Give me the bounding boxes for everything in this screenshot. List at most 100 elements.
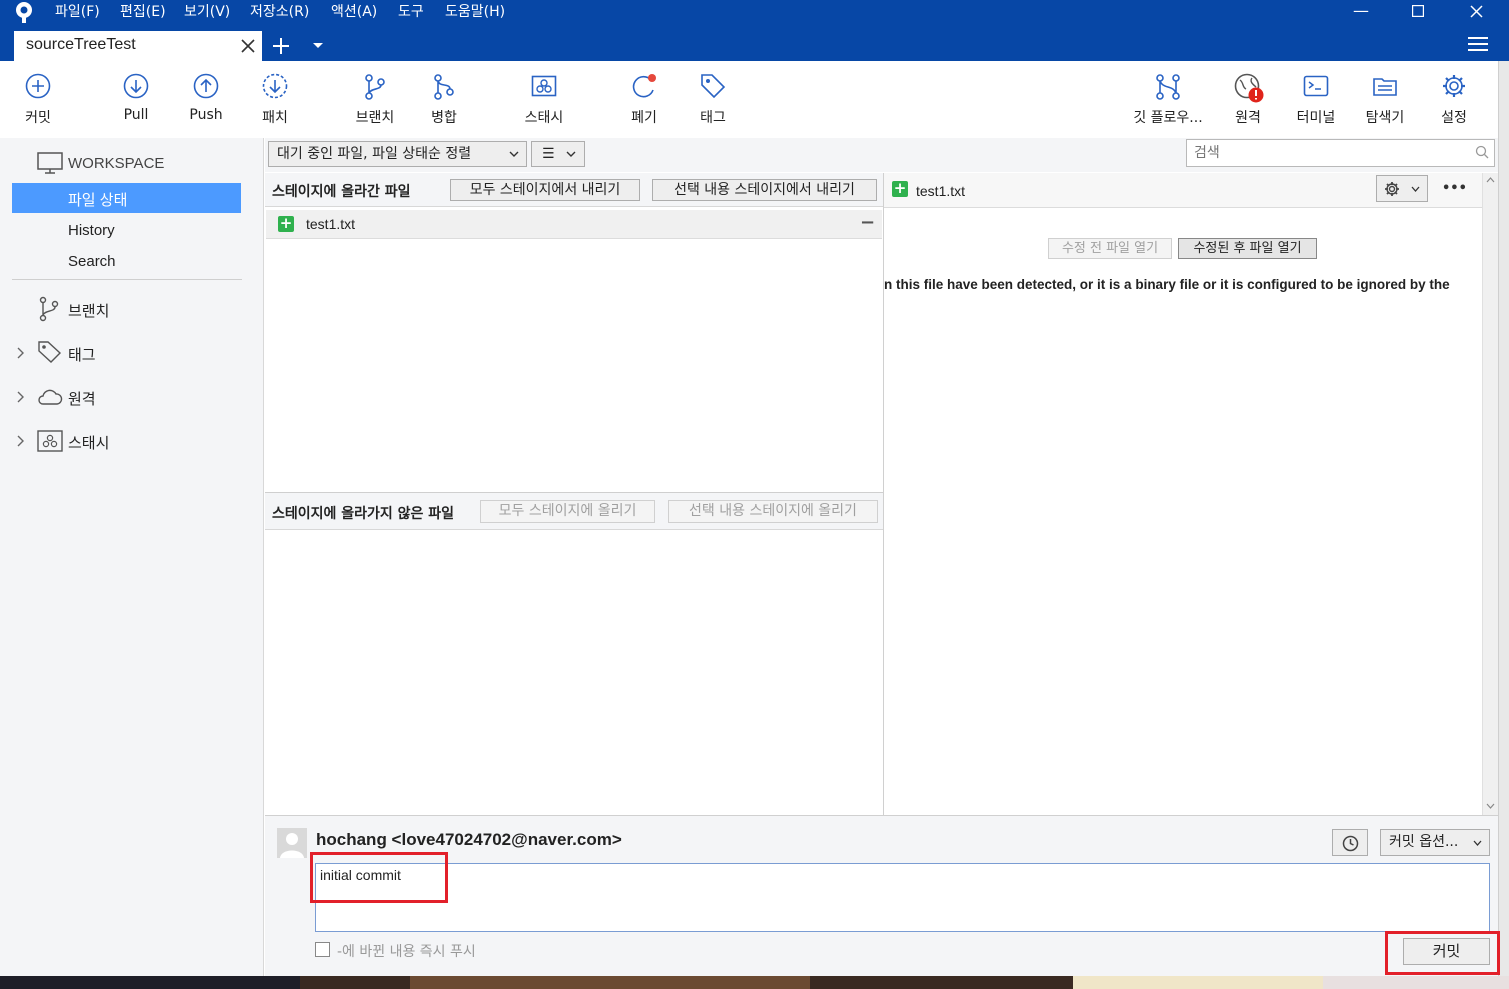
user-avatar-icon: [280, 833, 304, 858]
settings-button[interactable]: 설정: [1426, 61, 1482, 138]
discard-icon: [632, 74, 656, 98]
commit-message-input[interactable]: initial commit: [315, 863, 1490, 932]
diff-message-container: n this file have been detected, or it is…: [884, 277, 1482, 297]
chevron-right-icon[interactable]: [17, 391, 25, 403]
sidebar-item-history[interactable]: History: [68, 222, 115, 239]
commit-icon: [25, 73, 51, 99]
menu-help[interactable]: 도움말(H): [445, 2, 505, 22]
menu-repository[interactable]: 저장소(R): [250, 2, 309, 22]
scroll-up-icon[interactable]: [1486, 177, 1495, 183]
sidebar-group-stashes[interactable]: 스태시: [68, 432, 109, 453]
unstage-all-button[interactable]: 모두 스테이지에서 내리기: [450, 179, 640, 201]
menu-edit[interactable]: 편집(E): [120, 2, 166, 22]
taskbar-segment: [0, 976, 300, 989]
close-window-icon[interactable]: [1453, 0, 1499, 24]
workspace-heading: WORKSPACE: [68, 155, 165, 172]
menu-file[interactable]: 파일(F): [55, 2, 100, 22]
staged-file-row[interactable]: + test1.txt −: [266, 210, 882, 239]
stash-button[interactable]: 스태시: [512, 61, 576, 138]
taskbar-segment: [1323, 976, 1509, 989]
stage-all-button[interactable]: 모두 스테이지에 올리기: [480, 500, 655, 523]
tab-repository[interactable]: sourceTreeTest: [14, 31, 262, 61]
tab-dropdown-icon[interactable]: [313, 42, 323, 50]
highlight-commit-message: [310, 852, 448, 903]
chevron-down-icon: [509, 151, 519, 157]
sort-dropdown[interactable]: 대기 중인 파일, 파일 상태순 정렬: [268, 141, 527, 167]
terminal-label: 터미널: [1296, 110, 1336, 126]
push-label: Push: [189, 107, 223, 123]
fetch-button[interactable]: 패치: [247, 61, 303, 138]
sidebar: WORKSPACE 파일 상태 History Search 브랜치 태그 원격…: [0, 138, 264, 976]
sidebar-group-tags[interactable]: 태그: [68, 344, 96, 365]
maximize-icon[interactable]: [1395, 0, 1441, 24]
sidebar-item-label: 파일 상태: [68, 192, 128, 209]
tag-label: 태그: [700, 110, 726, 126]
scroll-down-icon[interactable]: [1486, 803, 1495, 809]
staged-file-name: test1.txt: [306, 216, 356, 232]
list-view-icon: ☰: [542, 146, 555, 162]
tag-icon: [701, 74, 726, 99]
merge-button[interactable]: 병합: [416, 61, 472, 138]
diff-message: n this file have been detected, or it is…: [884, 277, 1450, 292]
fetch-label: 패치: [262, 110, 288, 126]
settings-label: 설정: [1441, 110, 1467, 126]
open-before-button[interactable]: 수정 전 파일 열기: [1048, 238, 1172, 259]
explorer-button[interactable]: 탐색기: [1357, 61, 1413, 138]
commit-options-dropdown[interactable]: 커밋 옵션...: [1380, 829, 1490, 856]
sidebar-item-file-status[interactable]: 파일 상태: [12, 183, 241, 213]
push-icon: [193, 73, 219, 99]
push-immediately-label: -에 바뀐 내용 즉시 푸시: [337, 944, 476, 960]
unstage-selected-button[interactable]: 선택 내용 스테이지에서 내리기: [652, 179, 877, 201]
file-added-icon: +: [892, 179, 908, 197]
menu-action[interactable]: 액션(A): [331, 2, 377, 22]
minimize-icon[interactable]: —: [1338, 0, 1384, 24]
unstage-file-icon[interactable]: −: [860, 212, 875, 233]
push-button[interactable]: Push: [178, 61, 234, 138]
pane-splitter[interactable]: [883, 173, 884, 815]
hamburger-menu-icon[interactable]: [1468, 37, 1488, 51]
staged-title: 스테이지에 올라간 파일: [272, 184, 411, 200]
gear-icon: [1385, 182, 1399, 196]
stage-selected-button[interactable]: 선택 내용 스테이지에 올리기: [668, 500, 878, 523]
commit-options-label: 커밋 옵션...: [1389, 834, 1459, 850]
sort-dropdown-value: 대기 중인 파일, 파일 상태순 정렬: [277, 146, 472, 162]
diff-settings-dropdown[interactable]: [1376, 175, 1428, 202]
open-after-button[interactable]: 수정된 후 파일 열기: [1178, 238, 1317, 259]
view-mode-dropdown[interactable]: ☰: [531, 141, 585, 167]
taskbar-segment: [1073, 976, 1323, 989]
commit-toolbar-button[interactable]: 커밋: [10, 61, 66, 138]
gitflow-button[interactable]: 깃 플로우...: [1126, 61, 1210, 138]
remote-label: 원격: [1235, 110, 1261, 126]
chevron-right-icon[interactable]: [17, 347, 25, 359]
gitflow-label: 깃 플로우...: [1133, 110, 1203, 126]
diff-scrollbar[interactable]: [1482, 173, 1498, 815]
add-tab-icon[interactable]: [272, 37, 290, 55]
sidebar-group-branches[interactable]: 브랜치: [68, 300, 109, 321]
close-tab-icon[interactable]: [241, 39, 255, 53]
commit-history-button[interactable]: [1332, 829, 1368, 856]
tag-button[interactable]: 태그: [685, 61, 741, 138]
sidebar-group-remotes[interactable]: 원격: [68, 388, 96, 409]
menu-tools[interactable]: 도구: [398, 2, 424, 22]
sourcetree-logo-icon[interactable]: [12, 1, 36, 27]
pull-button[interactable]: Pull: [108, 61, 164, 138]
search-input[interactable]: [1186, 139, 1495, 167]
fetch-icon: [262, 73, 288, 99]
remote-button[interactable]: 원격: [1220, 61, 1276, 138]
terminal-icon: [1303, 75, 1329, 97]
terminal-button[interactable]: 터미널: [1288, 61, 1344, 138]
discard-button[interactable]: 폐기: [616, 61, 672, 138]
title-bar: 파일(F) 편집(E) 보기(V) 저장소(R) 액션(A) 도구 도움말(H)…: [0, 0, 1509, 61]
branch-button[interactable]: 브랜치: [345, 61, 405, 138]
pull-label: Pull: [123, 107, 149, 123]
chevron-right-icon[interactable]: [17, 435, 25, 447]
taskbar-segment: [410, 976, 810, 989]
merge-icon: [434, 74, 454, 100]
highlight-commit-button: [1385, 931, 1500, 975]
more-options-icon[interactable]: •••: [1442, 181, 1467, 196]
sidebar-item-search[interactable]: Search: [68, 253, 116, 270]
toolbar: 커밋 Pull Push 패치 브랜치 병합 스태시 폐기 태그 깃 플로우..…: [0, 61, 1498, 138]
background-window-strip: [1498, 61, 1509, 976]
menu-view[interactable]: 보기(V): [184, 2, 230, 22]
push-immediately-checkbox[interactable]: [315, 942, 330, 957]
